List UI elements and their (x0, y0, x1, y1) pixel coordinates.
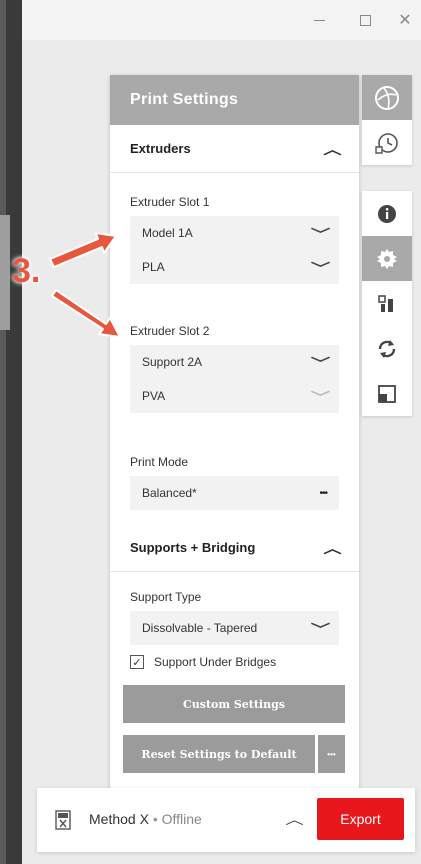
annotation-number: 3. (12, 252, 41, 290)
printer-status-bar: Method X • Offline ︿ Export (37, 788, 415, 852)
arrow-to-slot-2 (51, 289, 121, 338)
export-button[interactable]: Export (317, 798, 404, 840)
annotation-arrows (49, 232, 121, 338)
chevron-up-icon[interactable]: ︿ (285, 809, 303, 828)
printer-name: Method X (89, 811, 149, 827)
printer-state: Offline (161, 811, 202, 827)
printer-status[interactable]: Method X • Offline (89, 811, 202, 827)
status-separator: • (148, 811, 162, 827)
arrow-to-slot-1 (49, 232, 117, 268)
printer-icon (55, 810, 71, 830)
